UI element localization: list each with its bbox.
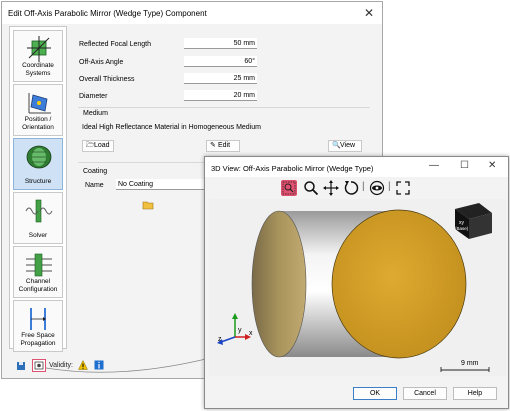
maximize-icon[interactable]: ☐	[460, 160, 469, 171]
rotate-button[interactable]	[343, 180, 359, 196]
folder-icon: 🗁	[86, 142, 95, 149]
reflected-focal-length-field[interactable]: 50 mm	[184, 38, 257, 49]
scale-label: 9 mm	[461, 360, 479, 367]
expand-icon	[396, 181, 410, 195]
minimize-icon[interactable]: —	[429, 160, 439, 171]
close-icon[interactable]: ✕	[488, 160, 496, 171]
eye-icon	[369, 180, 385, 196]
overall-thickness-label: Overall Thickness	[79, 76, 135, 83]
view-title: 3D View: Off-Axis Parabolic Mirror (Wedg…	[211, 164, 374, 173]
zoom-button[interactable]	[303, 180, 319, 196]
off-axis-angle-label: Off-Axis Angle	[79, 59, 124, 66]
rotate-icon	[344, 181, 359, 195]
coating-name-label: Name	[85, 182, 104, 189]
nav-item-coordinate-systems[interactable]: Coordinate Systems	[13, 30, 63, 82]
nav-item-position-orientation[interactable]: Position / Orientation	[13, 84, 63, 136]
solver-icon	[25, 199, 53, 223]
cube-label: (Base)	[455, 226, 469, 231]
y-axis-arrow	[232, 313, 238, 319]
mirror-reflective-face	[331, 209, 467, 359]
mirror-back-face	[251, 210, 307, 358]
channel-configuration-icon	[26, 253, 52, 277]
nav-label: Solver	[28, 232, 48, 239]
nav-label: Systems	[25, 70, 51, 77]
load-medium-button[interactable]: 🗁Load	[82, 140, 114, 152]
nav-item-free-space-propagation[interactable]: Free Space Propagation	[13, 300, 63, 352]
3d-viewport[interactable]: y z x xy (Base) 9 mm	[209, 199, 506, 376]
3d-view-window: 3D View: Off-Axis Parabolic Mirror (Wedg…	[204, 156, 509, 409]
y-axis-label: y	[238, 327, 242, 334]
magnifier-icon: 🔍	[332, 142, 341, 149]
x-axis-label: x	[249, 330, 253, 337]
category-nav: Coordinate Systems Position / Orientatio…	[9, 26, 67, 352]
view-mode-button[interactable]	[369, 180, 385, 196]
info-icon[interactable]	[94, 360, 104, 370]
pan-button[interactable]	[323, 180, 339, 196]
nav-label: Structure	[24, 178, 52, 185]
coating-name-field[interactable]: No Coating	[116, 179, 206, 190]
overall-thickness-field[interactable]: 25 mm	[184, 73, 257, 84]
edit-button-label: Edit	[218, 142, 231, 149]
view-titlebar: 3D View: Off-Axis Parabolic Mirror (Wedg…	[205, 157, 508, 177]
medium-title: Medium	[83, 110, 108, 117]
pan-icon	[323, 180, 339, 196]
off-axis-angle-field[interactable]: 60°	[184, 56, 257, 67]
help-button[interactable]: Help	[453, 387, 497, 400]
coating-title: Coating	[83, 168, 108, 175]
edit-medium-button[interactable]: ✎ Edit	[206, 140, 240, 152]
structure-icon	[26, 145, 52, 169]
medium-description: Ideal High Reflectance Material in Homog…	[82, 124, 261, 131]
nav-label: Free Space	[21, 332, 55, 339]
dialog-title: Edit Off-Axis Parabolic Mirror (Wedge Ty…	[8, 9, 207, 18]
zoom-region-button[interactable]	[281, 180, 297, 196]
view-icon	[34, 361, 44, 370]
toolbar-separator: |	[362, 181, 365, 192]
warning-icon[interactable]	[78, 360, 88, 370]
cancel-button[interactable]: Cancel	[403, 387, 447, 400]
nav-label: Position /	[24, 116, 52, 123]
pencil-icon: ✎	[210, 142, 216, 149]
magnifier-icon	[304, 181, 319, 196]
z-axis-label: z	[218, 336, 222, 343]
diameter-label: Diameter	[79, 93, 108, 100]
free-space-propagation-icon	[30, 308, 46, 330]
coordinate-systems-icon	[27, 36, 51, 62]
nav-label: Configuration	[18, 286, 58, 293]
view-medium-button[interactable]: 🔍View	[328, 140, 362, 152]
diameter-field[interactable]: 20 mm	[184, 90, 257, 101]
zoom-region-icon	[282, 181, 296, 195]
nav-label: Coordinate	[22, 62, 54, 69]
nav-label: Channel	[25, 278, 51, 285]
reflected-focal-length-label: Reflected Focal Length	[79, 41, 151, 48]
nav-label: Propagation	[20, 340, 56, 347]
nav-item-solver[interactable]: Solver	[13, 192, 63, 244]
close-icon[interactable]: ✕	[364, 6, 374, 20]
ok-button[interactable]: OK	[353, 387, 397, 400]
snapshot-button[interactable]	[32, 359, 46, 372]
load-button-label: Load	[94, 142, 110, 149]
medium-group: Medium Ideal High Reflectance Material i…	[78, 107, 370, 157]
view-toolbar: | |	[281, 179, 431, 197]
validity-label: Validity:	[49, 362, 73, 369]
toolbar-separator: |	[388, 181, 391, 192]
nav-item-channel-configuration[interactable]: Channel Configuration	[13, 246, 63, 298]
nav-item-structure[interactable]: Structure	[13, 138, 63, 190]
fit-view-button[interactable]	[395, 180, 411, 196]
folder-icon[interactable]	[142, 200, 154, 210]
position-orientation-icon	[28, 93, 51, 114]
z-axis	[220, 336, 236, 343]
nav-label: Orientation	[22, 124, 54, 131]
dialog-titlebar: Edit Off-Axis Parabolic Mirror (Wedge Ty…	[2, 2, 382, 24]
view-button-label: View	[340, 142, 356, 149]
save-icon[interactable]	[16, 361, 26, 371]
